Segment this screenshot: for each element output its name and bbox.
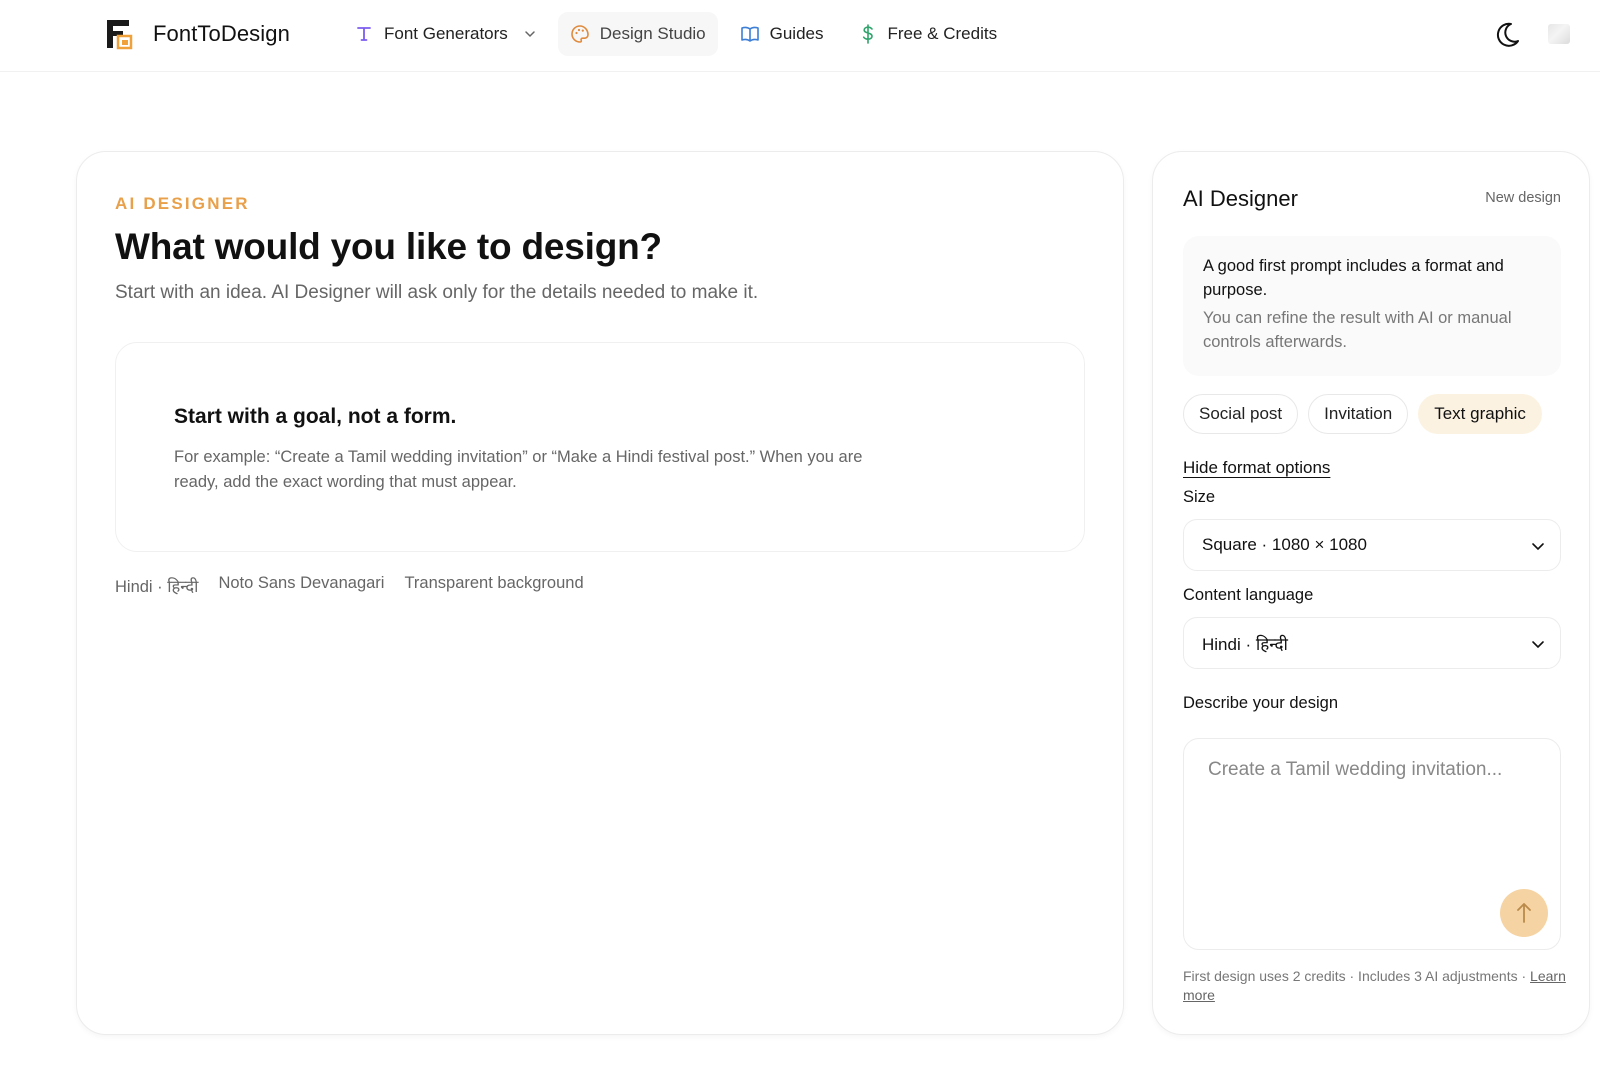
- goal-hint-box: Start with a goal, not a form. For examp…: [115, 342, 1085, 552]
- prompt-tip-subtext: You can refine the result with AI or man…: [1203, 309, 1512, 351]
- book-icon: [740, 24, 760, 44]
- describe-design-label: Describe your design: [1183, 694, 1338, 712]
- nav-guides[interactable]: Guides: [728, 12, 836, 56]
- dollar-icon: [858, 24, 878, 44]
- eyebrow-label: AI DESIGNER: [115, 194, 250, 213]
- nav-free-credits[interactable]: Free & Credits: [846, 12, 1010, 56]
- top-navigation-bar: FontToDesign Font Generators Design Stud…: [0, 0, 1600, 72]
- nav-design-studio[interactable]: Design Studio: [557, 12, 718, 56]
- brand-name: FontToDesign: [153, 21, 290, 46]
- page-subtitle: Start with an idea. AI Designer will ask…: [115, 282, 759, 303]
- credits-info: First design uses 2 credits · Includes 3…: [1183, 968, 1531, 984]
- chip-social-post[interactable]: Social post: [1183, 394, 1299, 434]
- ai-designer-panel: AI Designer New design A good first prom…: [1152, 151, 1590, 1035]
- palette-icon: [570, 24, 590, 44]
- content-language-select[interactable]: Hindi · हिन्दी: [1183, 617, 1561, 669]
- chip-text-graphic[interactable]: Text graphic: [1418, 394, 1542, 434]
- prompt-tip-heading: A good first prompt includes a format an…: [1203, 257, 1504, 299]
- credits-footnote: First design uses 2 credits · Includes 3…: [1183, 967, 1573, 1005]
- send-prompt-button[interactable]: [1500, 889, 1548, 937]
- nav-font-generators-label: Font Generators: [384, 24, 508, 43]
- content-language-value: Hindi · हिन्दी: [1202, 634, 1288, 654]
- summary-font: Noto Sans Devanagari: [218, 574, 385, 592]
- chevron-down-icon: [525, 31, 535, 38]
- goal-hint-text: For example: “Create a Tamil wedding inv…: [174, 448, 863, 491]
- nav-design-studio-label: Design Studio: [599, 24, 706, 43]
- brand[interactable]: FontToDesign: [105, 17, 290, 51]
- design-intro-card: AI DESIGNER What would you like to desig…: [76, 151, 1124, 1035]
- panel-title: AI Designer: [1183, 186, 1298, 211]
- summary-language: Hindi · हिन्दी: [115, 578, 199, 596]
- summary-background: Transparent background: [404, 574, 584, 592]
- arrow-up-icon: [1517, 903, 1531, 923]
- design-settings-summary: Hindi · हिन्दी Noto Sans Devanagari Tran…: [115, 574, 584, 597]
- chevron-down-icon: [1532, 641, 1544, 649]
- format-chips: Social post Invitation Text graphic: [1183, 394, 1542, 434]
- type-icon: [354, 24, 374, 44]
- goal-hint-title: Start with a goal, not a form.: [174, 405, 457, 428]
- size-label: Size: [1183, 488, 1216, 506]
- page-title: What would you like to design?: [115, 226, 662, 267]
- fonttodesign-logo-icon: [107, 20, 133, 50]
- nav-font-generators[interactable]: Font Generators: [342, 12, 548, 56]
- avatar[interactable]: [1548, 24, 1570, 44]
- describe-design-field: [1183, 738, 1561, 950]
- content-language-label: Content language: [1183, 586, 1314, 604]
- main-nav: Font Generators Design Studio Guides Fre…: [342, 12, 1019, 56]
- chevron-down-icon: [1532, 543, 1544, 551]
- hide-format-options-link[interactable]: Hide format options: [1183, 458, 1330, 478]
- size-select-value: Square · 1080 × 1080: [1202, 535, 1367, 554]
- nav-guides-label: Guides: [769, 24, 824, 43]
- size-select[interactable]: Square · 1080 × 1080: [1183, 519, 1561, 571]
- new-design-button[interactable]: New design: [1485, 190, 1561, 206]
- nav-free-credits-label: Free & Credits: [887, 24, 998, 43]
- moon-icon[interactable]: [1492, 20, 1522, 50]
- prompt-tip-box: A good first prompt includes a format an…: [1183, 236, 1561, 376]
- chip-invitation[interactable]: Invitation: [1308, 394, 1409, 434]
